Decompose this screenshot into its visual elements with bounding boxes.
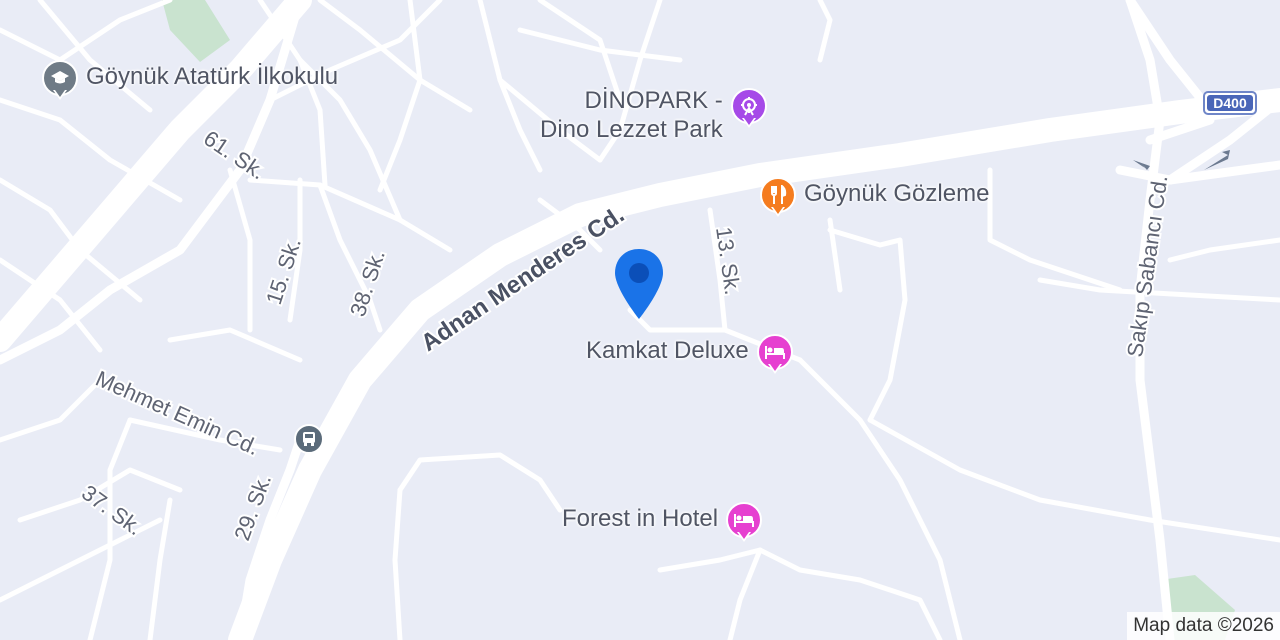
poi-label-school: Göynük Atatürk İlkokulu <box>86 62 339 90</box>
map-copyright[interactable]: Map data ©2026 <box>1127 612 1280 640</box>
highway-shield-d400: D400 <box>1203 91 1257 115</box>
school-icon <box>40 60 80 106</box>
hotel-bed-icon <box>724 502 764 548</box>
road-label-38-sk: 38. Sk. <box>345 247 390 320</box>
poi-label-kamkat-deluxe: Kamkat Deluxe <box>586 336 749 364</box>
hotel-bed-icon <box>755 334 795 380</box>
poi-dinopark[interactable]: DİNOPARK - Dino Lezzet Park <box>540 86 769 144</box>
poi-label-gozleme: Göynük Gözleme <box>804 179 990 207</box>
poi-kamkat-deluxe[interactable]: Kamkat Deluxe <box>586 334 795 380</box>
poi-school[interactable]: Göynük Atatürk İlkokulu <box>40 60 338 106</box>
bus-stop-icon[interactable] <box>294 424 324 454</box>
road-label-sakip-sabanci: Sakıp Sabancı Cd. <box>1122 174 1172 359</box>
location-pin-icon[interactable] <box>612 247 666 323</box>
poi-label-dinopark: DİNOPARK - Dino Lezzet Park <box>540 86 723 144</box>
map-canvas[interactable]: Adnan Menderes Cd. 61. Sk. 15. Sk. 38. S… <box>0 0 1280 640</box>
poi-gozleme[interactable]: Göynük Gözleme <box>758 177 989 223</box>
road-label-13-sk: 13. Sk. <box>711 225 745 296</box>
poi-label-dinopark-line2: Dino Lezzet Park <box>540 116 723 143</box>
amusement-park-icon <box>729 88 769 134</box>
poi-forest-in-hotel[interactable]: Forest in Hotel <box>562 502 764 548</box>
park-area <box>162 0 230 62</box>
arrow-icon <box>1133 160 1150 170</box>
poi-label-forest-in-hotel: Forest in Hotel <box>562 504 719 532</box>
highway-shield-label: D400 <box>1207 95 1253 111</box>
restaurant-icon <box>758 177 798 223</box>
poi-label-dinopark-line1: DİNOPARK - <box>584 87 723 114</box>
